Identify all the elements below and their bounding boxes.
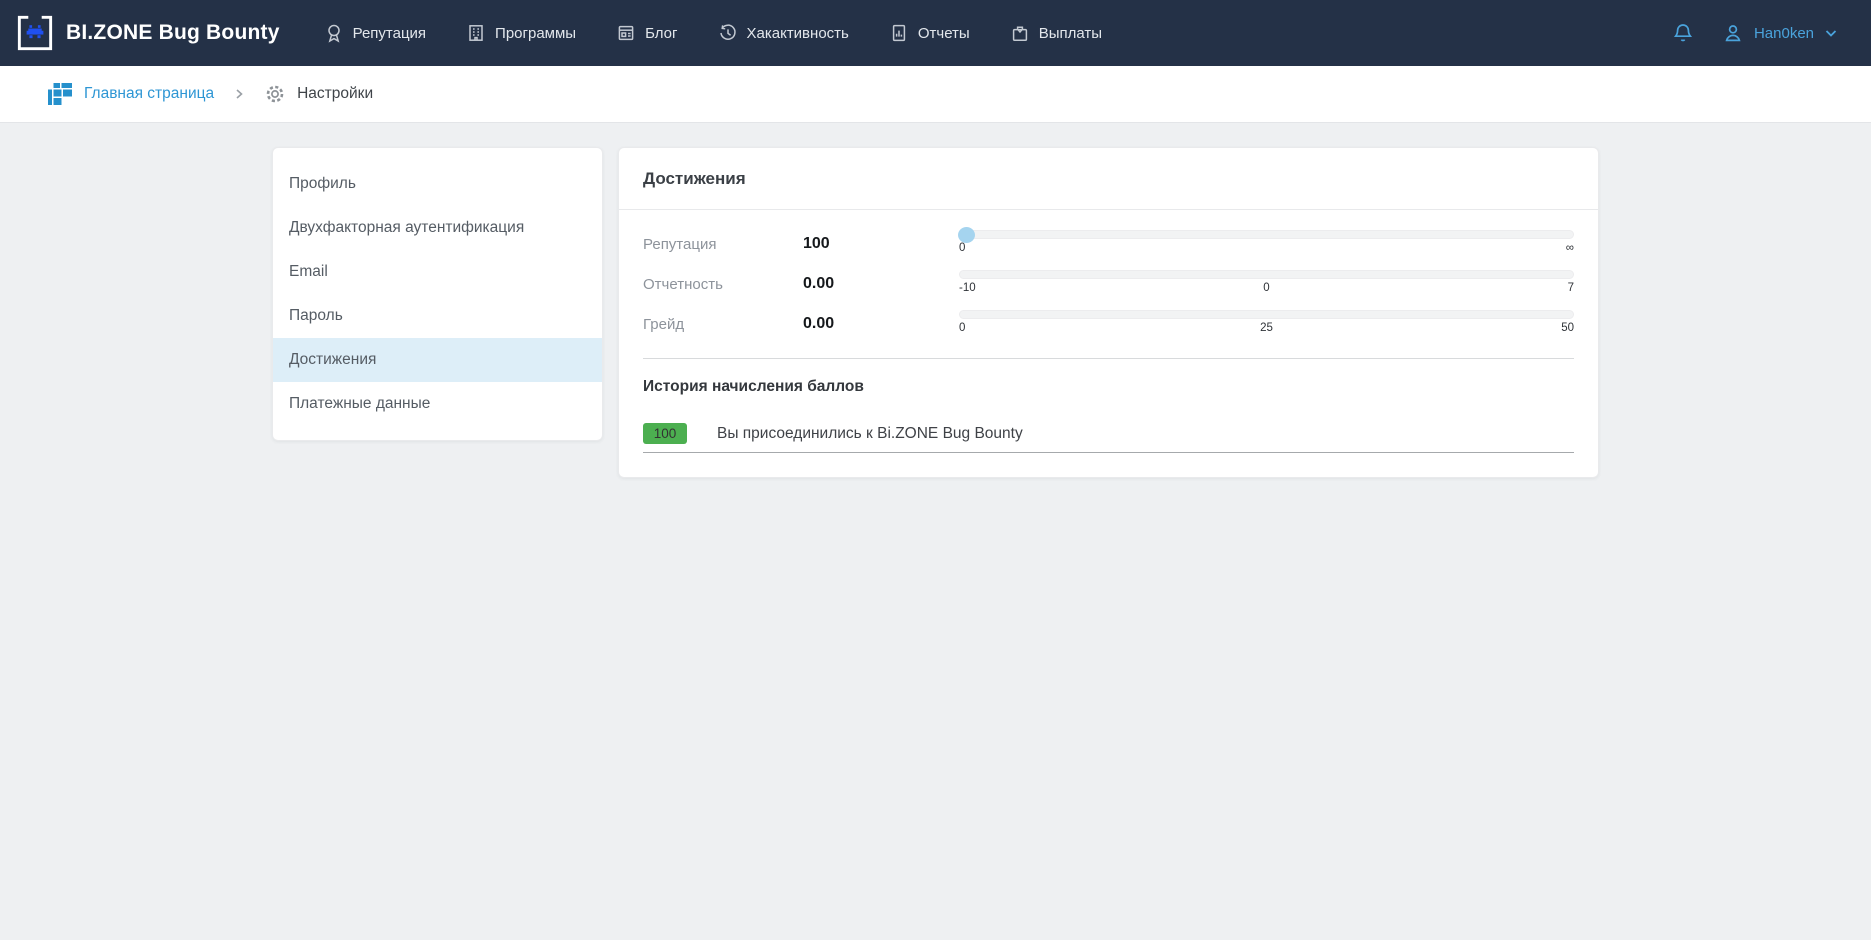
metric-label: Грейд — [643, 316, 803, 333]
reputation-slider: 0 ∞ — [959, 230, 1574, 255]
achievements-card: Достижения Репутация 100 0 ∞ — [618, 147, 1599, 478]
dashboard-grid-icon — [48, 83, 72, 105]
top-navbar: BI.ZONE Bug Bounty Репутация Программы — [0, 0, 1871, 66]
nav-label: Репутация — [353, 25, 426, 42]
settings-menu: Профиль Двухфакторная аутентификация Ema… — [272, 147, 603, 441]
settings-item-profile[interactable]: Профиль — [273, 162, 602, 206]
gear-icon — [264, 83, 286, 105]
history-item-text: Вы присоединились к Bi.ZONE Bug Bounty — [717, 425, 1023, 443]
scale-max: 50 — [1561, 322, 1574, 335]
nav-item-reputation[interactable]: Репутация — [324, 23, 426, 43]
slider-marker[interactable] — [958, 227, 975, 243]
slider-track — [959, 310, 1574, 319]
nav-item-programs[interactable]: Программы — [466, 23, 576, 43]
history-icon — [718, 23, 738, 43]
settings-item-2fa[interactable]: Двухфакторная аутентификация — [273, 206, 602, 250]
settings-item-label: Пароль — [289, 307, 343, 325]
breadcrumb-current: Настройки — [264, 83, 373, 105]
nav-label: Отчеты — [918, 25, 970, 42]
section-divider — [643, 358, 1574, 359]
settings-item-payment-data[interactable]: Платежные данные — [273, 382, 602, 426]
nav-item-reports[interactable]: Отчеты — [889, 23, 970, 43]
points-badge: 100 — [643, 423, 687, 444]
scale-mid: 25 — [1260, 322, 1273, 335]
achievements-header: Достижения — [619, 148, 1598, 210]
chevron-down-icon — [1823, 25, 1839, 41]
reporting-slider: -10 0 7 — [959, 270, 1574, 295]
user-menu[interactable]: Han0ken — [1721, 21, 1839, 45]
settings-item-password[interactable]: Пароль — [273, 294, 602, 338]
metric-row-grade: Грейд 0.00 0 25 50 — [643, 304, 1574, 344]
breadcrumb-current-label: Настройки — [297, 85, 373, 103]
metric-value: 0.00 — [803, 275, 959, 293]
report-icon — [889, 23, 909, 43]
grade-slider: 0 25 50 — [959, 310, 1574, 335]
nav-label: Блог — [645, 25, 677, 42]
metric-label: Репутация — [643, 236, 803, 253]
news-icon — [616, 23, 636, 43]
settings-item-label: Платежные данные — [289, 395, 430, 413]
brand-title: BI.ZONE Bug Bounty — [66, 21, 280, 45]
bizone-logo-icon — [16, 14, 54, 52]
building-icon — [466, 23, 486, 43]
slider-scale: -10 0 7 — [959, 282, 1574, 295]
settings-item-email[interactable]: Email — [273, 250, 602, 294]
nav-item-hackactivity[interactable]: Хакактивность — [718, 23, 849, 43]
metric-row-reporting: Отчетность 0.00 -10 0 7 — [643, 264, 1574, 304]
scale-mid: 0 — [1263, 282, 1269, 295]
scale-min: 0 — [959, 242, 965, 255]
medal-icon — [324, 23, 344, 43]
nav-label: Хакактивность — [747, 25, 849, 42]
slider-track — [959, 230, 1574, 239]
chevron-right-icon — [233, 88, 245, 100]
page-content: Профиль Двухфакторная аутентификация Ema… — [0, 123, 1871, 478]
slider-scale: 0 25 50 — [959, 322, 1574, 335]
history-section-title: История начисления баллов — [643, 378, 1574, 396]
settings-item-label: Достижения — [289, 351, 376, 369]
metric-row-reputation: Репутация 100 0 ∞ — [643, 224, 1574, 264]
slider-track — [959, 270, 1574, 279]
settings-item-label: Email — [289, 263, 328, 281]
scale-min: 0 — [959, 322, 965, 335]
scale-min: -10 — [959, 282, 976, 295]
metric-value: 100 — [803, 235, 959, 253]
settings-item-achievements[interactable]: Достижения — [273, 338, 602, 382]
scale-max: ∞ — [1566, 242, 1574, 255]
metric-label: Отчетность — [643, 276, 803, 293]
achievements-body: Репутация 100 0 ∞ Отчетность 0.00 — [619, 210, 1598, 477]
nav-item-payouts[interactable]: Выплаты — [1010, 23, 1102, 43]
user-icon — [1721, 21, 1745, 45]
nav-label: Программы — [495, 25, 576, 42]
settings-item-label: Профиль — [289, 175, 356, 193]
breadcrumb: Главная страница Настройки — [0, 66, 1871, 123]
main-nav: Репутация Программы Блог — [324, 23, 1102, 43]
slider-scale: 0 ∞ — [959, 242, 1574, 255]
navbar-right: Han0ken — [1671, 21, 1839, 45]
history-row: 100 Вы присоединились к Bi.ZONE Bug Boun… — [643, 423, 1574, 453]
page-title: Достижения — [643, 169, 746, 189]
nav-item-blog[interactable]: Блог — [616, 23, 677, 43]
settings-item-label: Двухфакторная аутентификация — [289, 219, 524, 237]
breadcrumb-home-link[interactable]: Главная страница — [48, 83, 214, 105]
briefcase-icon — [1010, 23, 1030, 43]
brand-logo[interactable]: BI.ZONE Bug Bounty — [16, 14, 280, 52]
breadcrumb-home-label: Главная страница — [84, 85, 214, 103]
username: Han0ken — [1754, 25, 1814, 42]
notifications-bell-icon[interactable] — [1671, 21, 1695, 45]
nav-label: Выплаты — [1039, 25, 1102, 42]
scale-max: 7 — [1568, 282, 1574, 295]
metric-value: 0.00 — [803, 315, 959, 333]
